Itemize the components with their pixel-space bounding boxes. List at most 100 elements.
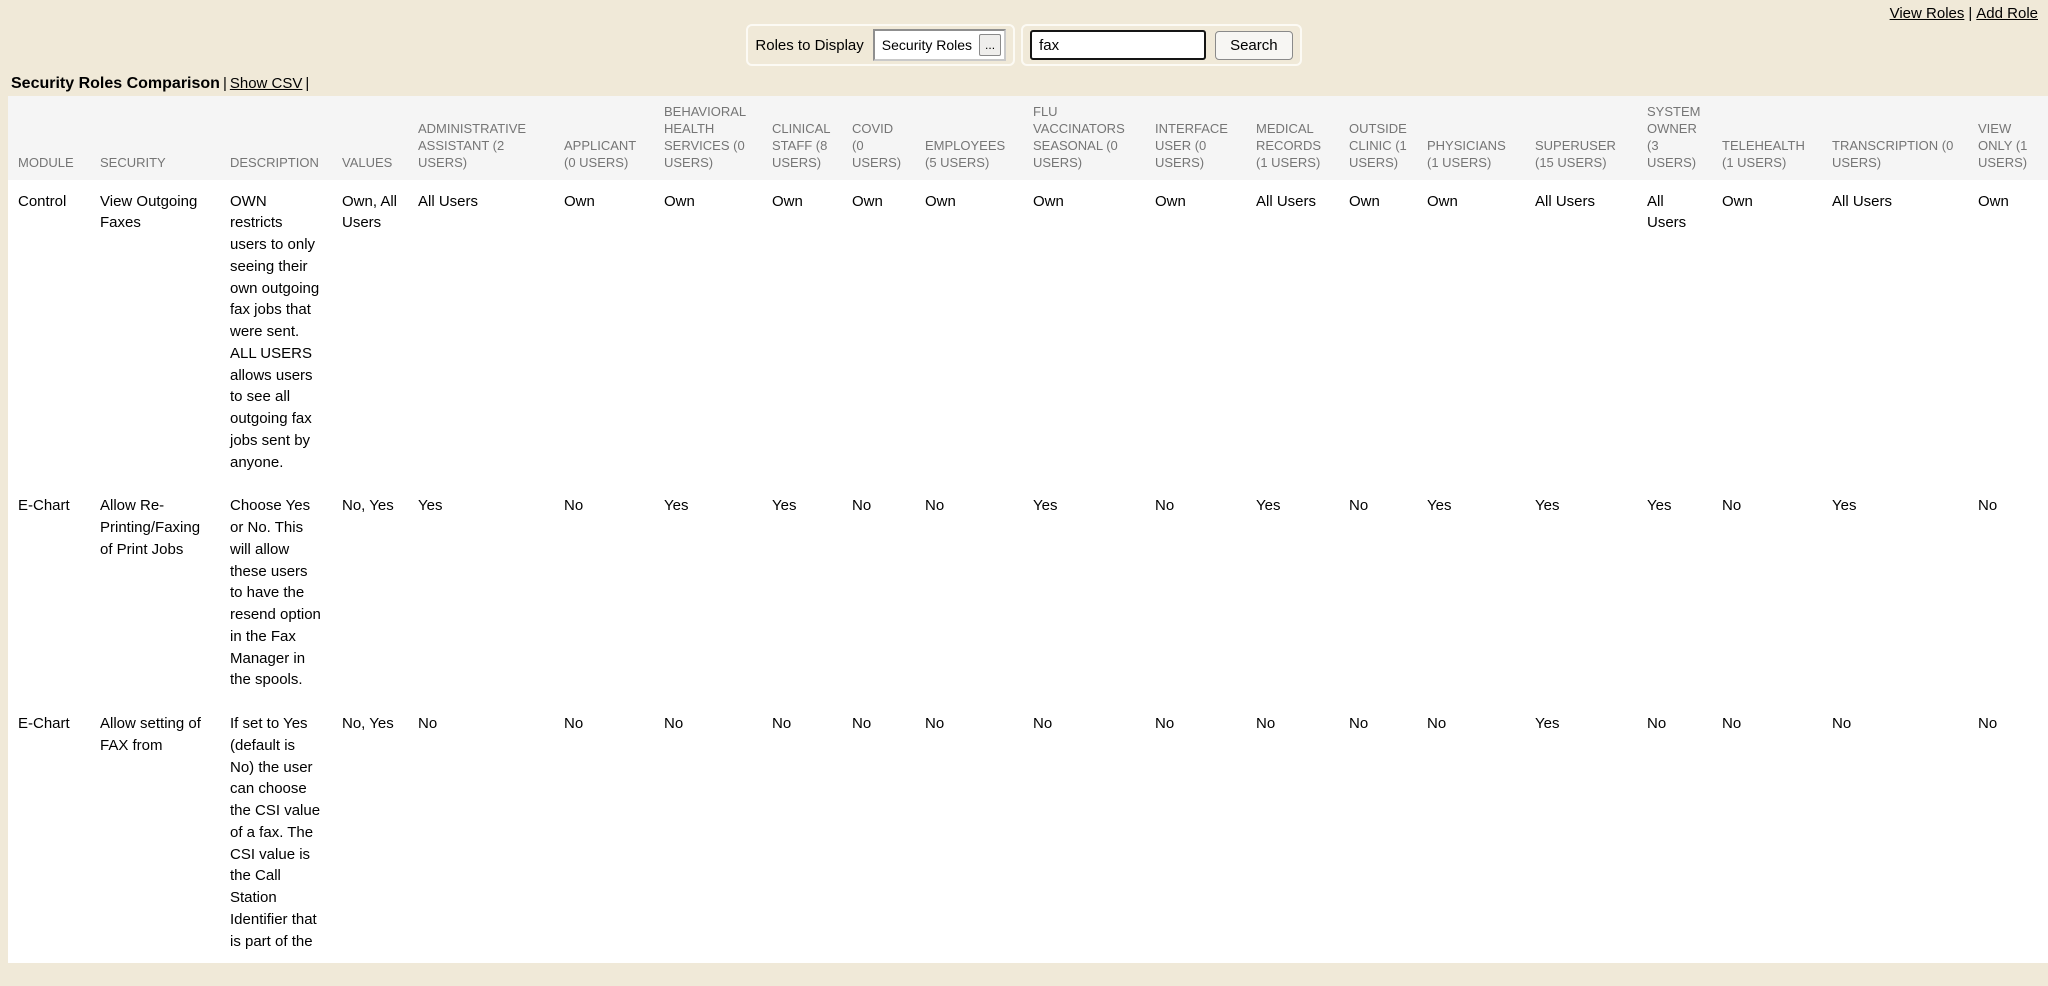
role-value-cell-applicant-0-users: No — [554, 702, 654, 963]
column-header-interface-user-0-users: INTERFACE USER (0 USERS) — [1145, 96, 1246, 180]
role-value-cell-interface-user-0-users: No — [1145, 702, 1246, 963]
table-body: ControlView Outgoing FaxesOWN restricts … — [8, 180, 2048, 964]
role-value-cell-physicians-1-users: Own — [1417, 180, 1525, 485]
role-value-cell-employees-5-users: Own — [915, 180, 1023, 485]
role-value-cell-flu-vaccinators-seasonal-0-users: Yes — [1023, 484, 1145, 702]
heading-row: Security Roles Comparison|Show CSV| — [11, 75, 2048, 93]
role-value-cell-view-only-1-users: No — [1968, 702, 2048, 963]
role-value-cell-administrative-assistant-2-users: Yes — [408, 484, 554, 702]
security-cell: Allow Re-Printing/Faxing of Print Jobs — [90, 484, 220, 702]
role-value-cell-interface-user-0-users: Own — [1145, 180, 1246, 485]
role-value-cell-clinical-staff-8-users: No — [762, 702, 842, 963]
role-value-cell-transcription-0-users: Yes — [1822, 484, 1968, 702]
role-value-cell-clinical-staff-8-users: Yes — [762, 484, 842, 702]
heading-trailing-divider: | — [305, 75, 309, 92]
search-button[interactable]: Search — [1215, 31, 1293, 60]
role-value-cell-administrative-assistant-2-users: All Users — [408, 180, 554, 485]
description-cell: If set to Yes (default is No) the user c… — [220, 702, 332, 963]
role-value-cell-applicant-0-users: No — [554, 484, 654, 702]
column-header-clinical-staff-8-users: CLINICAL STAFF (8 USERS) — [762, 96, 842, 180]
values-cell: No, Yes — [332, 484, 408, 702]
roles-to-display-group: Roles to Display Security Roles ... — [746, 24, 1015, 66]
column-header-system-owner-3-users: SYSTEM OWNER (3 USERS) — [1637, 96, 1712, 180]
search-group: Search — [1021, 24, 1302, 66]
column-header-behavioral-health-services-0-users: BEHAVIORAL HEALTH SERVICES (0 USERS) — [654, 96, 762, 180]
role-value-cell-superuser-15-users: All Users — [1525, 180, 1637, 485]
top-nav: View Roles|Add Role — [1890, 5, 2038, 22]
table-row: ControlView Outgoing FaxesOWN restricts … — [8, 180, 2048, 485]
role-value-cell-employees-5-users: No — [915, 702, 1023, 963]
role-value-cell-clinical-staff-8-users: Own — [762, 180, 842, 485]
role-value-cell-physicians-1-users: No — [1417, 702, 1525, 963]
column-header-covid-0-users: COVID (0 USERS) — [842, 96, 915, 180]
role-value-cell-employees-5-users: No — [915, 484, 1023, 702]
security-roles-table-container: MODULESECURITYDESCRIPTIONVALUESADMINISTR… — [8, 96, 2048, 963]
security-roles-comparison-table: MODULESECURITYDESCRIPTIONVALUESADMINISTR… — [8, 96, 2048, 963]
column-header-module: MODULE — [8, 96, 90, 180]
role-value-cell-behavioral-health-services-0-users: Own — [654, 180, 762, 485]
column-header-transcription-0-users: TRANSCRIPTION (0 USERS) — [1822, 96, 1968, 180]
role-value-cell-covid-0-users: Own — [842, 180, 915, 485]
roles-toolbar: Roles to Display Security Roles ... Sear… — [0, 0, 2048, 66]
roles-to-display-label: Roles to Display — [755, 37, 863, 54]
role-value-cell-outside-clinic-1-users: No — [1339, 484, 1417, 702]
table-header-row: MODULESECURITYDESCRIPTIONVALUESADMINISTR… — [8, 96, 2048, 180]
description-cell: OWN restricts users to only seeing their… — [220, 180, 332, 485]
security-cell: View Outgoing Faxes — [90, 180, 220, 485]
module-cell: E-Chart — [8, 702, 90, 963]
role-value-cell-telehealth-1-users: No — [1712, 702, 1822, 963]
show-csv-link[interactable]: Show CSV — [230, 75, 303, 92]
column-header-description: DESCRIPTION — [220, 96, 332, 180]
role-value-cell-medical-records-1-users: No — [1246, 702, 1339, 963]
heading-divider: | — [223, 75, 227, 92]
roles-select[interactable]: Security Roles ... — [873, 29, 1006, 61]
roles-picker-button[interactable]: ... — [979, 34, 1001, 56]
column-header-view-only-1-users: VIEW ONLY (1 USERS) — [1968, 96, 2048, 180]
search-input[interactable] — [1030, 30, 1206, 60]
column-header-telehealth-1-users: TELEHEALTH (1 USERS) — [1712, 96, 1822, 180]
column-header-administrative-assistant-2-users: ADMINISTRATIVE ASSISTANT (2 USERS) — [408, 96, 554, 180]
role-value-cell-transcription-0-users: No — [1822, 702, 1968, 963]
column-header-superuser-15-users: SUPERUSER (15 USERS) — [1525, 96, 1637, 180]
values-cell: Own, All Users — [332, 180, 408, 485]
role-value-cell-interface-user-0-users: No — [1145, 484, 1246, 702]
role-value-cell-outside-clinic-1-users: Own — [1339, 180, 1417, 485]
role-value-cell-superuser-15-users: Yes — [1525, 702, 1637, 963]
page-title: Security Roles Comparison — [11, 75, 220, 92]
column-header-employees-5-users: EMPLOYEES (5 USERS) — [915, 96, 1023, 180]
role-value-cell-view-only-1-users: Own — [1968, 180, 2048, 485]
column-header-security: SECURITY — [90, 96, 220, 180]
roles-select-value: Security Roles — [882, 37, 972, 53]
column-header-flu-vaccinators-seasonal-0-users: FLU VACCINATORS SEASONAL (0 USERS) — [1023, 96, 1145, 180]
role-value-cell-behavioral-health-services-0-users: Yes — [654, 484, 762, 702]
role-value-cell-covid-0-users: No — [842, 484, 915, 702]
role-value-cell-flu-vaccinators-seasonal-0-users: Own — [1023, 180, 1145, 485]
role-value-cell-medical-records-1-users: Yes — [1246, 484, 1339, 702]
role-value-cell-behavioral-health-services-0-users: No — [654, 702, 762, 963]
column-header-outside-clinic-1-users: OUTSIDE CLINIC (1 USERS) — [1339, 96, 1417, 180]
table-header: MODULESECURITYDESCRIPTIONVALUESADMINISTR… — [8, 96, 2048, 180]
nav-divider: | — [1968, 5, 1972, 22]
role-value-cell-covid-0-users: No — [842, 702, 915, 963]
table-row: E-ChartAllow setting of FAX fromIf set t… — [8, 702, 2048, 963]
role-value-cell-flu-vaccinators-seasonal-0-users: No — [1023, 702, 1145, 963]
role-value-cell-view-only-1-users: No — [1968, 484, 2048, 702]
add-role-link[interactable]: Add Role — [1976, 5, 2038, 22]
security-cell: Allow setting of FAX from — [90, 702, 220, 963]
role-value-cell-transcription-0-users: All Users — [1822, 180, 1968, 485]
role-value-cell-system-owner-3-users: No — [1637, 702, 1712, 963]
role-value-cell-superuser-15-users: Yes — [1525, 484, 1637, 702]
column-header-applicant-0-users: APPLICANT (0 USERS) — [554, 96, 654, 180]
role-value-cell-system-owner-3-users: All Users — [1637, 180, 1712, 485]
role-value-cell-administrative-assistant-2-users: No — [408, 702, 554, 963]
role-value-cell-system-owner-3-users: Yes — [1637, 484, 1712, 702]
column-header-values: VALUES — [332, 96, 408, 180]
module-cell: Control — [8, 180, 90, 485]
role-value-cell-applicant-0-users: Own — [554, 180, 654, 485]
description-cell: Choose Yes or No. This will allow these … — [220, 484, 332, 702]
role-value-cell-outside-clinic-1-users: No — [1339, 702, 1417, 963]
values-cell: No, Yes — [332, 702, 408, 963]
table-row: E-ChartAllow Re-Printing/Faxing of Print… — [8, 484, 2048, 702]
view-roles-link[interactable]: View Roles — [1890, 5, 1965, 22]
role-value-cell-telehealth-1-users: Own — [1712, 180, 1822, 485]
